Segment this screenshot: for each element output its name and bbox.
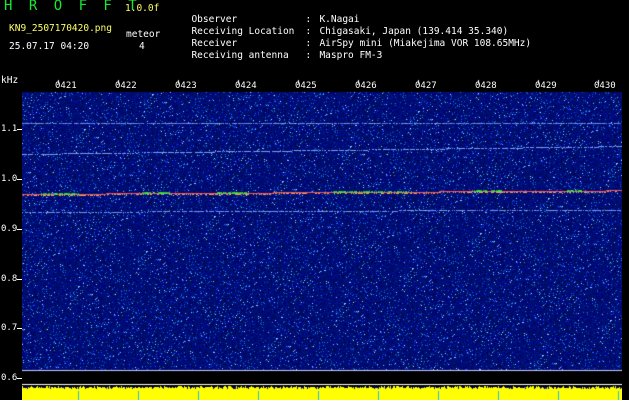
y-tick-label: 0.7 <box>1 323 18 333</box>
y-tick-label: 1.1 <box>1 124 18 134</box>
y-tick-mark <box>17 279 22 280</box>
datetime-label: 25.07.17 04:20 <box>9 41 90 52</box>
filename-label: KN9_2507170420.png <box>9 23 112 34</box>
x-tick-label: 0422 <box>115 81 137 91</box>
meteor-label: meteor <box>126 29 161 40</box>
x-tick-label: 0428 <box>475 81 497 91</box>
info-label: Receiving antenna <box>191 50 289 61</box>
y-axis-unit: kHz <box>1 75 19 86</box>
y-tick-mark <box>17 129 22 130</box>
x-tick-label: 0423 <box>175 81 197 91</box>
x-tick-label: 0427 <box>415 81 437 91</box>
info-row-antenna: Receiving antenna: Maspro FM-3 <box>180 39 382 61</box>
y-tick-mark <box>17 378 22 379</box>
x-tick-label: 0429 <box>535 81 557 91</box>
app-title: H R O F F T <box>4 0 141 14</box>
x-tick-label: 0426 <box>355 81 377 91</box>
info-value: Maspro FM-3 <box>319 50 383 61</box>
y-tick-mark <box>17 328 22 329</box>
y-tick-label: 0.6 <box>1 373 18 383</box>
version-label: 1.0.0f <box>125 3 160 14</box>
y-tick-label: 0.8 <box>1 274 18 284</box>
y-tick-mark <box>17 179 22 180</box>
y-tick-mark <box>17 229 22 230</box>
y-tick-label: 0.9 <box>1 224 18 234</box>
x-tick-label: 0424 <box>235 81 257 91</box>
info-separator: : <box>305 50 312 61</box>
y-tick-label: 1.0 <box>1 174 18 184</box>
meteor-count: 4 <box>139 41 145 52</box>
spectrogram <box>22 78 622 400</box>
x-tick-label: 0421 <box>55 81 77 91</box>
x-tick-label: 0430 <box>594 81 616 91</box>
x-tick-label: 0425 <box>295 81 317 91</box>
